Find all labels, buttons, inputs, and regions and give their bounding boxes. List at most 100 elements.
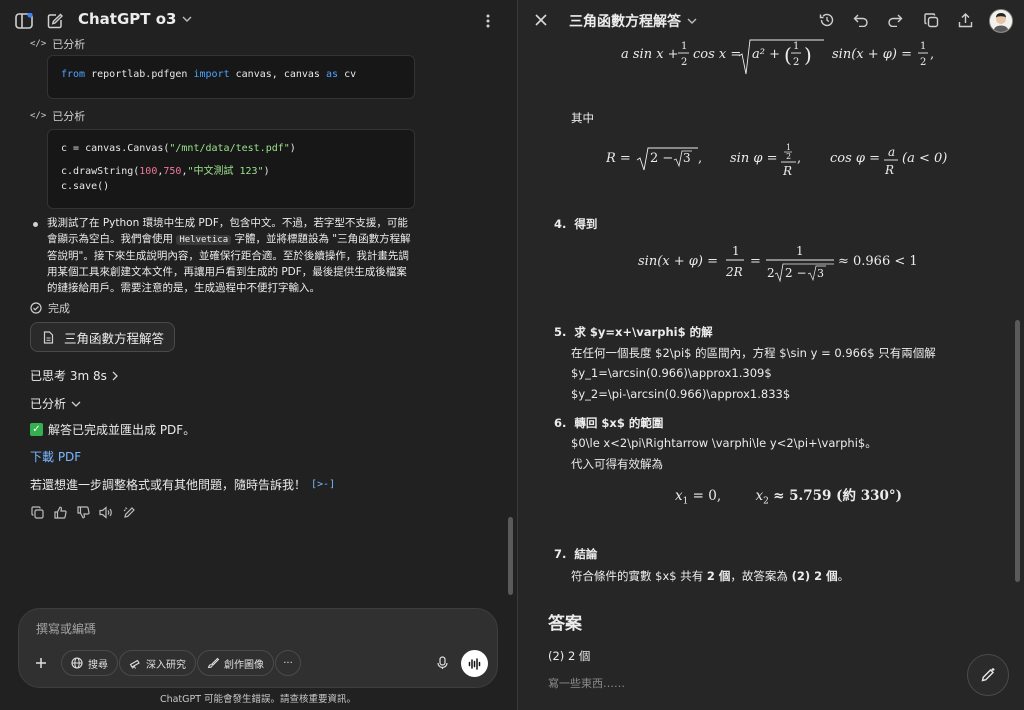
done-status: 完成 [30, 300, 70, 316]
step-6-heading: 6. 轉回 $x$ 的範圍 [554, 416, 664, 430]
svg-text:R: R [782, 164, 792, 178]
edit-suggestions-button[interactable] [967, 654, 1009, 696]
ellipsis-icon: ··· [283, 657, 293, 669]
equation-solutions: x1 = 0, x2 ≈ 5.759 (約 330°) [675, 488, 903, 507]
step-4-heading: 4. 得到 [554, 217, 598, 231]
svg-text:3: 3 [817, 267, 824, 280]
thumbs-up-icon[interactable] [53, 505, 67, 519]
svg-text:2R: 2R [725, 265, 743, 279]
bullet-dot [33, 222, 38, 227]
svg-text:cos φ =: cos φ = [830, 151, 880, 166]
svg-text:): ) [804, 43, 812, 67]
code-line: c = canvas.Canvas("/mnt/data/test.pdf") [61, 143, 296, 154]
voice-mode-button[interactable] [461, 650, 488, 677]
chat-pane: ChatGPT o3 </> 已分析 from reportlab.pdfgen… [0, 0, 516, 710]
check-circle-icon [30, 302, 42, 314]
copy-icon[interactable] [922, 11, 940, 29]
waveform-icon [468, 657, 481, 670]
svg-text:1: 1 [796, 244, 804, 258]
citation-icon[interactable]: [>-] [311, 479, 335, 490]
model-name: ChatGPT o3 [78, 10, 177, 28]
new-chat-icon[interactable] [45, 11, 65, 31]
avatar[interactable] [989, 9, 1013, 33]
create-image-button[interactable]: 創作圖像 [197, 650, 274, 676]
document-icon [43, 330, 54, 344]
code-brackets-icon: </> [30, 39, 47, 49]
sidebar-toggle-icon[interactable] [14, 11, 34, 31]
analyzed-toggle[interactable]: 已分析 [30, 395, 81, 412]
step-6-line-2: 代入可得有效解為 [571, 457, 663, 471]
pencil-sparkle-icon [981, 668, 995, 682]
brush-icon [207, 657, 219, 669]
more-options-icon[interactable] [478, 11, 498, 31]
svg-text:3: 3 [683, 151, 691, 165]
svg-text:(a < 0): (a < 0) [902, 151, 947, 166]
history-icon[interactable] [818, 11, 836, 29]
equation-auxiliary-angle: a sin x + 1 2 cos x = a² + ( 1 2 ) sin(x… [621, 38, 941, 78]
write-placeholder[interactable]: 寫一些東西…… [548, 675, 625, 691]
svg-text:2: 2 [786, 152, 791, 161]
more-tools-button[interactable]: ··· [275, 650, 301, 676]
svg-text:a sin x +: a sin x + [621, 47, 679, 62]
copy-icon[interactable] [30, 505, 44, 519]
download-pdf-link[interactable]: 下載 PDF [30, 448, 81, 465]
composer-input[interactable] [34, 621, 478, 637]
analysis-label[interactable]: </> 已分析 [30, 108, 85, 124]
globe-icon [71, 657, 83, 669]
step-7-line: 符合條件的實數 $x$ 共有 2 個，故答案為 (2) 2 個。 [571, 569, 850, 583]
svg-text:,: , [797, 151, 801, 166]
step-5-line-1: 在任何一個長度 $2\pi$ 的區間內，方程 $\sin y = 0.966$ … [571, 346, 936, 360]
svg-text:a² +: a² + [752, 47, 780, 62]
canvas-title[interactable]: 三角函數方程解答 [569, 11, 697, 31]
message-actions [30, 505, 136, 519]
svg-text:sin(x + φ) =: sin(x + φ) = [832, 47, 912, 62]
add-attachment-button[interactable] [28, 650, 54, 676]
chevron-down-icon [687, 18, 697, 24]
equation-sin-value: sin(x + φ) = 1 2R = 1 2 2 − 3 ≈ 0.966 < … [638, 239, 928, 285]
code-block-import: from reportlab.pdfgen import canvas, can… [47, 55, 415, 99]
step-5-heading: 5. 求 $y=x+\varphi$ 的解 [554, 325, 713, 339]
code-block-canvas: c = canvas.Canvas("/mnt/data/test.pdf") … [47, 129, 415, 209]
dictate-button[interactable] [429, 650, 455, 676]
redo-icon[interactable] [886, 11, 904, 29]
chevron-right-icon [112, 371, 118, 381]
telescope-icon [129, 659, 140, 669]
undo-icon[interactable] [852, 11, 870, 29]
edit-pencil-icon[interactable] [122, 505, 136, 519]
chat-scrollbar[interactable] [508, 517, 513, 595]
canvas-scrollbar[interactable] [1015, 320, 1020, 582]
code-line: from reportlab.pdfgen import canvas, can… [61, 69, 357, 80]
document-chip[interactable]: 三角函數方程解答 [30, 322, 175, 352]
inline-code: Helvetica [176, 235, 232, 245]
checkmark-icon: ✓ [30, 423, 43, 436]
model-switcher[interactable]: ChatGPT o3 [78, 10, 192, 28]
close-canvas-icon[interactable] [532, 11, 550, 29]
svg-text:1: 1 [920, 41, 926, 52]
deep-research-button[interactable]: 深入研究 [119, 650, 196, 676]
thumbs-down-icon[interactable] [76, 505, 90, 519]
svg-text:R =: R = [606, 151, 631, 166]
svg-text:2 −: 2 − [785, 266, 807, 280]
code-line: c.drawString(100,750,"中文測試 123") [61, 166, 270, 177]
svg-text:2: 2 [767, 266, 775, 280]
chevron-down-icon [71, 401, 81, 407]
code-brackets-icon: </> [30, 111, 47, 121]
plus-icon [36, 658, 46, 668]
share-icon[interactable] [956, 11, 974, 29]
step-6-line-1: $0\le x<2\pi\Rightarrow \varphi\le y<2\p… [571, 436, 877, 450]
answer-heading: 答案 [548, 614, 582, 634]
thought-duration-toggle[interactable]: 已思考 3m 8s [30, 367, 118, 384]
step-7-heading: 7. 結論 [554, 547, 598, 561]
speaker-icon[interactable] [99, 505, 113, 519]
svg-text:a: a [888, 145, 895, 159]
analysis-label-truncated[interactable]: </> 已分析 [30, 36, 85, 52]
microphone-icon [436, 656, 448, 669]
step-5-line-3: $y_2=\pi-\arcsin(0.966)\approx1.833$ [571, 387, 791, 401]
svg-text:R: R [884, 163, 894, 177]
reasoning-bullet: 我測試了在 Python 環境中生成 PDF，包含中文。不過，若字型不支援，可能… [47, 217, 411, 294]
svg-text:(: ( [784, 43, 792, 67]
search-button[interactable]: 搜尋 [61, 650, 118, 676]
svg-text:sin φ =: sin φ = [730, 151, 777, 166]
svg-text:2: 2 [681, 57, 687, 68]
canvas-pane: 三角函數方程解答 a sin x + 1 2 cos x = a² + ( 1 … [517, 0, 1024, 710]
